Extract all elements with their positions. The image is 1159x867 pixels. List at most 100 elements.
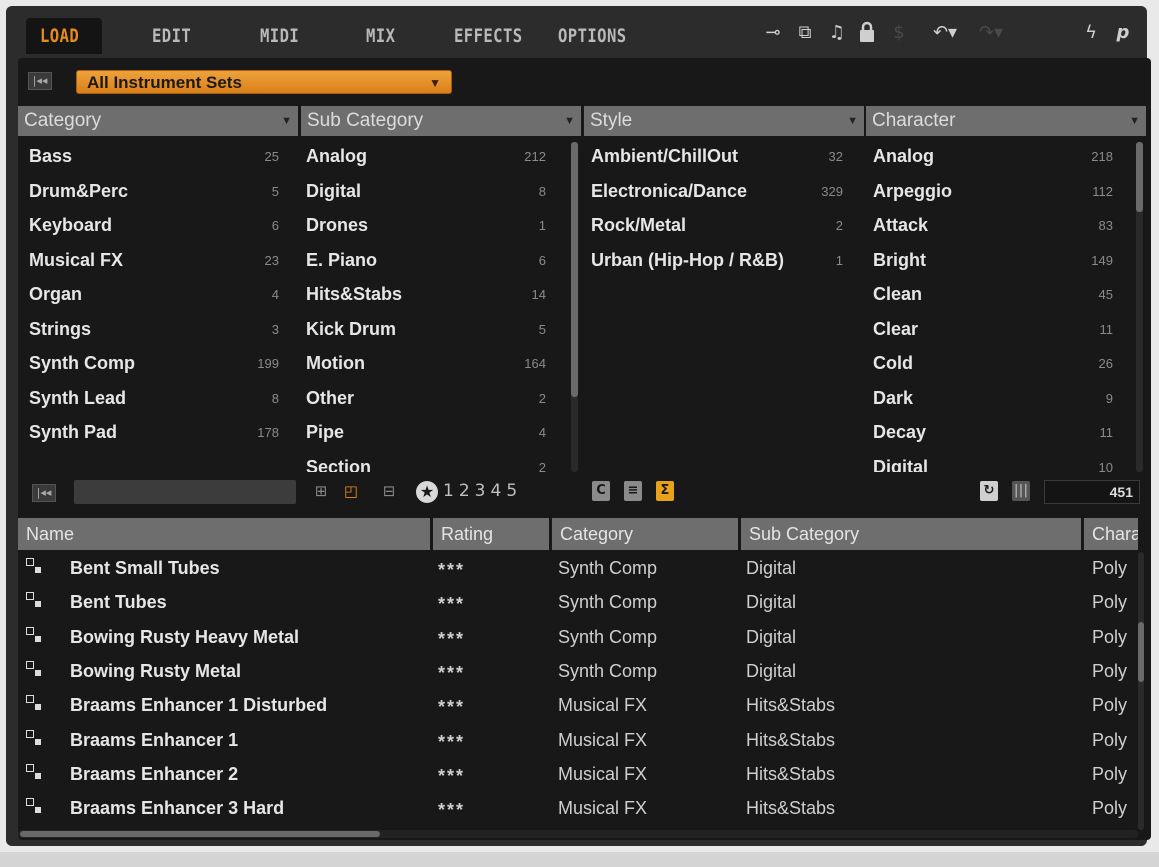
filter-item[interactable]: Ambient/ChillOut 32: [591, 142, 843, 177]
filter-header-subcategory[interactable]: Sub Category ▼: [301, 106, 581, 136]
tag-filter-button[interactable]: ≡: [624, 481, 642, 501]
redo-icon[interactable]: ↷▾: [978, 20, 1004, 46]
rating-2[interactable]: 2: [459, 481, 470, 501]
filter-item[interactable]: Dark 9: [873, 384, 1113, 419]
filter-item[interactable]: Digital 10: [873, 453, 1113, 473]
undo-icon[interactable]: ↶▾: [932, 20, 958, 46]
filter-item[interactable]: Synth Lead 8: [29, 384, 279, 419]
filter-item-label: Kick Drum: [306, 318, 397, 339]
table-row[interactable]: Braams Enhancer 1 *** Musical FX Hits&Stabs…: [18, 724, 1138, 758]
filter-item[interactable]: Other 2: [306, 384, 546, 419]
filter-header-style[interactable]: Style ▼: [584, 106, 864, 136]
columns-icon[interactable]: |||: [1012, 481, 1030, 501]
results-hscrollbar[interactable]: [18, 830, 1138, 838]
table-row[interactable]: Bent Small Tubes *** Synth Comp Digital Poly: [18, 552, 1138, 586]
rating-3[interactable]: 3: [475, 481, 486, 501]
filter-item[interactable]: Section 2: [306, 453, 546, 473]
filter-item-count: 3: [271, 321, 279, 337]
col-header-character[interactable]: Chara: [1084, 518, 1138, 550]
filter-item[interactable]: Attack 83: [873, 211, 1113, 246]
table-row[interactable]: Braams Enhancer 3 Hard *** Musical FX Hits&…: [18, 792, 1138, 826]
table-row[interactable]: Braams Enhancer 1 Disturbed *** Musical FX…: [18, 689, 1138, 723]
filter-item[interactable]: E. Piano 6: [306, 246, 546, 281]
rating-5[interactable]: 5: [506, 481, 517, 501]
filter-item[interactable]: Cold 26: [873, 349, 1113, 384]
tab-mix[interactable]: MIX: [366, 18, 395, 54]
filter-item[interactable]: Synth Comp 199: [29, 349, 279, 384]
character-scrollbar[interactable]: [1136, 142, 1143, 472]
plug-icon[interactable]: ⊸: [760, 20, 786, 46]
filter-item[interactable]: Musical FX 23: [29, 246, 279, 281]
cell-category: Musical FX: [558, 729, 648, 750]
filter-item[interactable]: Organ 4: [29, 280, 279, 315]
filter-item[interactable]: Bright 149: [873, 246, 1113, 281]
instrument-set-dropdown[interactable]: All Instrument Sets ▼: [76, 70, 452, 94]
list-view-icon[interactable]: ⊞: [310, 480, 332, 502]
filter-item[interactable]: Drum&Perc 5: [29, 177, 279, 212]
tab-load[interactable]: LOAD: [26, 18, 102, 54]
tab-edit[interactable]: EDIT: [152, 18, 191, 54]
filter-item[interactable]: Motion 164: [306, 349, 546, 384]
col-header-category[interactable]: Category: [552, 518, 738, 550]
notes-icon[interactable]: ♫: [824, 20, 850, 46]
filter-item[interactable]: Clear 11: [873, 315, 1113, 350]
filter-item[interactable]: Kick Drum 5: [306, 315, 546, 350]
col-header-name[interactable]: Name: [18, 518, 430, 550]
filter-item-count: 10: [1098, 459, 1113, 473]
detail-view-icon[interactable]: ⊟: [378, 480, 400, 502]
cell-character: Poly: [1092, 626, 1128, 647]
filter-item-count: 5: [538, 321, 546, 337]
filter-item[interactable]: Keyboard 6: [29, 211, 279, 246]
table-row[interactable]: Bowing Rusty Metal *** Synth Comp Digital Po…: [18, 655, 1138, 689]
filter-item[interactable]: Rock/Metal 2: [591, 211, 843, 246]
filter-item[interactable]: Urban (Hip-Hop / R&B) 1: [591, 246, 843, 281]
rating-1[interactable]: 1: [443, 481, 454, 501]
p-icon[interactable]: p: [1110, 20, 1136, 46]
multi-plug-icon[interactable]: ⧉: [792, 20, 818, 46]
rating-filter[interactable]: ★ 1 2 3 4 5: [416, 479, 517, 503]
filter-item-label: Other: [306, 387, 355, 408]
filter-item[interactable]: Digital 8: [306, 177, 546, 212]
filter-header-category[interactable]: Category ▼: [18, 106, 298, 136]
skip-back-button-2[interactable]: |◂◂: [32, 484, 56, 502]
tab-options[interactable]: OPTIONS: [558, 18, 627, 54]
cell-name: Bowing Rusty Metal: [70, 660, 242, 681]
filter-item-count: 32: [828, 149, 843, 164]
lightning-icon[interactable]: ϟ: [1078, 20, 1104, 46]
filter-header-character[interactable]: Character ▼: [866, 106, 1146, 136]
filter-item[interactable]: Analog 212: [306, 142, 546, 177]
reset-icon[interactable]: ↻: [980, 481, 998, 501]
filter-item[interactable]: Bass 25: [29, 142, 279, 177]
filter-item[interactable]: Decay 11: [873, 418, 1113, 453]
table-row[interactable]: Bent Tubes *** Synth Comp Digital Poly: [18, 586, 1138, 620]
filter-item-count: 9: [1105, 390, 1113, 406]
table-row[interactable]: Bowing Rusty Heavy Metal *** Synth Comp Dig…: [18, 621, 1138, 655]
subcategory-list: Analog 212 Digital 8 Drones 1 E. Piano 6 Hits&St…: [306, 142, 546, 472]
filter-item[interactable]: Strings 3: [29, 315, 279, 350]
filter-item[interactable]: Electronica/Dance 329: [591, 177, 843, 212]
results-scrollbar[interactable]: [1138, 552, 1144, 830]
col-header-subcategory[interactable]: Sub Category: [741, 518, 1081, 550]
filter-item[interactable]: Clean 45: [873, 280, 1113, 315]
filter-item[interactable]: Analog 218: [873, 142, 1113, 177]
table-row[interactable]: Braams Enhancer 2 *** Musical FX Hits&Stabs…: [18, 758, 1138, 792]
rating-4[interactable]: 4: [490, 481, 501, 501]
content-filter-button[interactable]: C: [592, 481, 610, 501]
col-header-rating[interactable]: Rating: [433, 518, 549, 550]
skip-back-button[interactable]: |◂◂: [28, 72, 52, 90]
filter-item[interactable]: Arpeggio 112: [873, 177, 1113, 212]
tab-midi[interactable]: MIDI: [260, 18, 299, 54]
filter-item[interactable]: Hits&Stabs 14: [306, 280, 546, 315]
filter-item-label: Musical FX: [29, 249, 124, 270]
filter-item[interactable]: Synth Pad 178: [29, 418, 279, 453]
sum-button[interactable]: Σ: [656, 481, 674, 501]
cell-category: Musical FX: [558, 763, 648, 784]
tile-view-icon[interactable]: ◰: [340, 480, 362, 502]
dollar-icon[interactable]: $: [886, 20, 912, 46]
lock-icon[interactable]: [854, 20, 880, 46]
filter-item[interactable]: Drones 1: [306, 211, 546, 246]
search-input[interactable]: [74, 480, 296, 504]
tab-effects[interactable]: EFFECTS: [454, 18, 523, 54]
filter-item[interactable]: Pipe 4: [306, 418, 546, 453]
subcategory-scrollbar[interactable]: [571, 142, 578, 472]
